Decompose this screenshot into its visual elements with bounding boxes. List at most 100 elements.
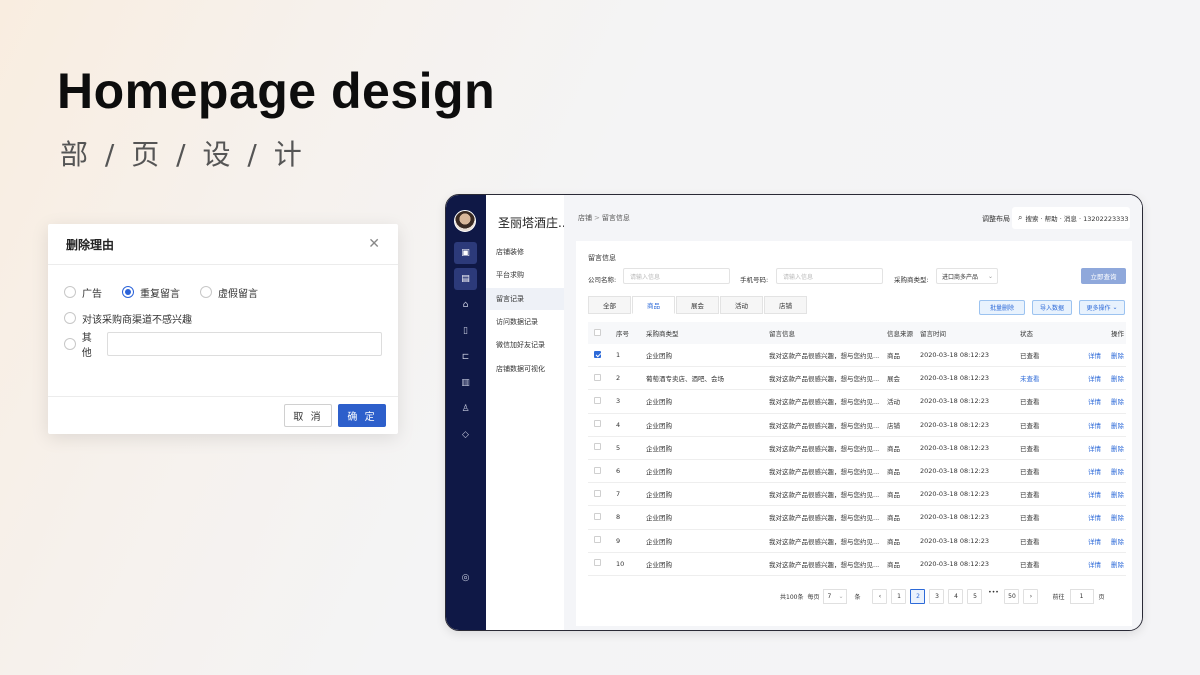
bag-icon[interactable]: ⌂ (454, 294, 477, 316)
page-button[interactable]: 5 (967, 589, 983, 604)
row-checkbox[interactable] (594, 536, 601, 544)
buyer-type-select[interactable]: 进口商多产品 ⌄ (936, 268, 998, 284)
table-row[interactable]: 2 葡萄酒专卖店、酒吧、会场 我对这款产品很感兴趣，想与您约见... 展会 2020-0… (588, 367, 1126, 391)
row-buyer-type: 企业团购 (646, 560, 672, 569)
radio-option-duplicate[interactable]: 重复留言 (122, 285, 180, 300)
avatar[interactable] (454, 210, 476, 232)
company-input[interactable]: 请输入信息 (623, 268, 730, 284)
cancel-button[interactable]: 取 消 (284, 404, 332, 427)
table-row[interactable]: 3 企业团购 我对这款产品很感兴趣，想与您约见... 活动 2020-03-18 08:… (588, 390, 1126, 414)
delete-link[interactable]: 删除 (1111, 559, 1124, 569)
detail-link[interactable]: 详情 (1088, 350, 1101, 360)
delete-link[interactable]: 删除 (1111, 443, 1124, 453)
next-page-button[interactable]: › (1023, 589, 1039, 604)
layers-icon[interactable]: ◇ (454, 424, 477, 446)
adjust-layout-link[interactable]: 调整布局 (982, 214, 1010, 224)
delete-link[interactable]: 删除 (1111, 396, 1124, 406)
breadcrumb: 店铺 > 留言信息 (578, 214, 630, 222)
table-row[interactable]: 4 企业团购 我对这款产品很感兴趣，想与您约见... 店铺 2020-03-18 08:… (588, 414, 1126, 437)
row-checkbox[interactable] (594, 559, 601, 567)
row-checkbox[interactable] (594, 466, 601, 474)
page-button[interactable]: 4 (948, 589, 964, 604)
delete-link[interactable]: 删除 (1111, 512, 1124, 522)
message-icon[interactable]: ▣ (454, 242, 477, 264)
detail-link[interactable]: 详情 (1088, 443, 1101, 453)
row-checkbox[interactable] (594, 443, 601, 451)
table-row[interactable]: 10 企业团购 我对这款产品很感兴趣，想与您约见... 商品 2020-03-18 08… (588, 553, 1126, 576)
delete-link[interactable]: 删除 (1111, 350, 1124, 360)
row-checkbox[interactable] (594, 373, 601, 381)
row-checkbox[interactable] (594, 512, 601, 520)
shop-icon[interactable]: ▤ (454, 268, 477, 290)
delete-link[interactable]: 删除 (1111, 466, 1124, 476)
page-button[interactable]: 3 (929, 589, 945, 604)
table-row[interactable]: 5 企业团购 我对这款产品很感兴趣，想与您约见... 商品 2020-03-18 08:… (588, 437, 1126, 460)
row-checkbox[interactable] (594, 489, 601, 497)
row-buyer-type: 葡萄酒专卖店、酒吧、会场 (646, 375, 724, 384)
row-checkbox[interactable] (594, 420, 601, 428)
delete-link[interactable]: 删除 (1111, 489, 1124, 499)
tab-all[interactable]: 全部 (588, 296, 631, 314)
page-button[interactable]: 2 (910, 589, 926, 604)
detail-link[interactable]: 详情 (1088, 396, 1101, 406)
row-buyer-type: 企业团购 (646, 491, 672, 500)
document-icon[interactable]: ▯ (454, 320, 477, 342)
select-all-checkbox[interactable] (594, 328, 601, 336)
cart-icon[interactable]: ⊏ (454, 346, 477, 368)
detail-link[interactable]: 详情 (1088, 373, 1101, 383)
delete-link[interactable]: 删除 (1111, 373, 1124, 383)
query-button[interactable]: 立即查询 (1081, 268, 1126, 284)
subnav-item-visits[interactable]: 访问数据记录 (486, 311, 564, 333)
radio-option-not-interested[interactable]: 对该采购商渠道不感兴趣 (64, 311, 192, 326)
table-row[interactable]: 7 企业团购 我对这款产品很感兴趣，想与您约见... 商品 2020-03-18 08:… (588, 483, 1126, 507)
per-page-select[interactable]: 7 ⌄ (823, 589, 848, 604)
subnav-item-analytics[interactable]: 店铺数据可视化 (486, 358, 564, 380)
user-icon[interactable]: ♙ (454, 398, 477, 420)
detail-link[interactable]: 详情 (1088, 489, 1101, 499)
goto-page-input[interactable]: 1 (1069, 589, 1094, 604)
radio-button[interactable] (200, 286, 212, 298)
table-row[interactable]: 8 企业团购 我对这款产品很感兴趣，想与您约见... 商品 2020-03-18 08:… (588, 506, 1126, 530)
tab-exhibitions[interactable]: 展会 (676, 296, 719, 314)
tab-products[interactable]: 商品 (632, 296, 675, 314)
top-search-bar[interactable]: ⌕ 搜索 · 帮助 · 消息 · 13202223333 (1012, 207, 1130, 229)
subnav-item-purchase[interactable]: 平台求购 (486, 264, 564, 286)
radio-button[interactable] (64, 338, 76, 350)
detail-link[interactable]: 详情 (1088, 420, 1101, 430)
radio-button-checked[interactable] (122, 286, 134, 298)
detail-link[interactable]: 详情 (1088, 466, 1101, 476)
more-actions-button[interactable]: 更多操作 ⌄ (1079, 300, 1125, 315)
table-row[interactable]: 6 企业团购 我对这款产品很感兴趣，想与您约见... 商品 2020-03-18 08:… (588, 460, 1126, 484)
close-icon[interactable]: ✕ (368, 236, 380, 252)
table-row[interactable]: 9 企业团购 我对这款产品很感兴趣，想与您约见... 商品 2020-03-18 08:… (588, 530, 1126, 553)
detail-link[interactable]: 详情 (1088, 536, 1101, 546)
page-button[interactable]: 1 (891, 589, 907, 604)
other-reason-input[interactable] (107, 332, 382, 356)
detail-link[interactable]: 详情 (1088, 559, 1101, 569)
radio-button[interactable] (64, 286, 76, 298)
tab-events[interactable]: 活动 (720, 296, 763, 314)
radio-option-fake[interactable]: 虚假留言 (200, 285, 258, 300)
delete-link[interactable]: 删除 (1111, 536, 1124, 546)
radio-option-other[interactable]: 其他 (64, 329, 101, 359)
subnav-item-wechat[interactable]: 微信加好友记录 (486, 334, 564, 356)
batch-delete-button[interactable]: 批量删除 (979, 300, 1025, 315)
prev-page-button[interactable]: ‹ (872, 589, 888, 604)
table-row[interactable]: 1 企业团购 我对这款产品很感兴趣，想与您约见... 商品 2020-03-18 08:… (588, 344, 1126, 368)
tab-stores[interactable]: 店铺 (764, 296, 807, 314)
radio-button[interactable] (64, 312, 76, 324)
breadcrumb-item[interactable]: 店铺 (578, 214, 592, 222)
chart-icon[interactable]: ▥ (454, 372, 477, 394)
subnav-item-decoration[interactable]: 店铺装修 (486, 241, 564, 263)
radio-option-ad[interactable]: 广告 (64, 285, 102, 300)
page-button[interactable]: 50 (1004, 589, 1020, 604)
support-icon[interactable]: ◎ (454, 567, 477, 589)
confirm-button[interactable]: 确 定 (338, 404, 386, 427)
import-data-button[interactable]: 导入数据 (1032, 300, 1072, 315)
subnav-item-messages[interactable]: 留言记录 (486, 288, 564, 310)
phone-input[interactable]: 请输入信息 (776, 268, 883, 284)
delete-link[interactable]: 删除 (1111, 420, 1124, 430)
row-checkbox[interactable] (594, 350, 601, 358)
row-checkbox[interactable] (594, 396, 601, 404)
detail-link[interactable]: 详情 (1088, 512, 1101, 522)
